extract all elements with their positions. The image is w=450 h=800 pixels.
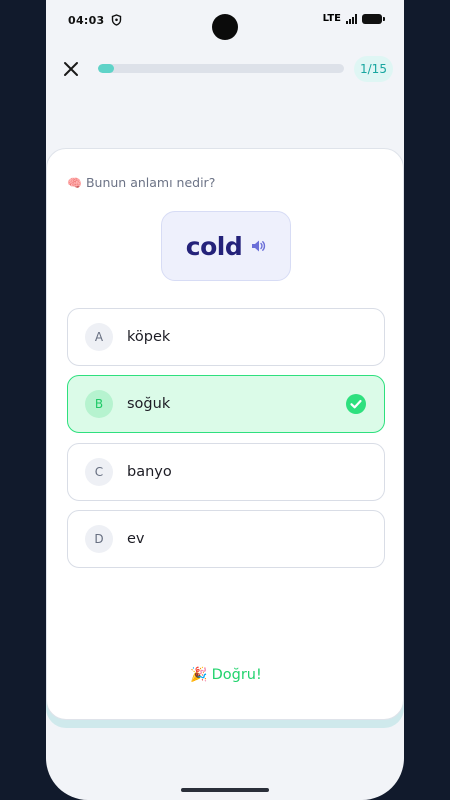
option-d[interactable]: D ev	[67, 510, 385, 568]
close-icon	[64, 62, 78, 76]
question-text: Bunun anlamı nedir?	[85, 175, 216, 190]
shield-icon	[111, 14, 122, 26]
status-time: 04:03	[68, 13, 105, 27]
progress-fill	[98, 64, 115, 73]
quiz-word: cold	[185, 231, 243, 261]
phone-screen: 04:03 LTE 1/15 🧠 Bunun anlamı nedir? col…	[46, 0, 404, 800]
question-counter: 1/15	[354, 56, 393, 82]
speaker-icon[interactable]	[250, 238, 266, 254]
option-a[interactable]: A köpek	[67, 308, 385, 366]
option-text: banyo	[127, 464, 172, 480]
option-text: soğuk	[127, 396, 171, 412]
feedback-message: 🎉 Doğru!	[47, 667, 404, 683]
close-button[interactable]	[60, 58, 82, 80]
battery-icon	[362, 13, 385, 24]
party-popper-icon: 🎉	[190, 667, 208, 683]
quiz-topbar: 1/15	[46, 52, 404, 86]
option-letter: C	[85, 458, 113, 486]
quiz-card: 🧠 Bunun anlamı nedir? cold A köpek B soğ…	[46, 148, 404, 720]
home-indicator[interactable]	[181, 788, 269, 792]
word-card[interactable]: cold	[161, 211, 291, 281]
feedback-text: Doğru!	[211, 667, 262, 683]
check-icon	[346, 394, 366, 414]
brain-icon: 🧠	[67, 175, 82, 190]
option-c[interactable]: C banyo	[67, 443, 385, 501]
option-letter: A	[85, 323, 113, 351]
status-indicators: LTE	[322, 13, 385, 24]
camera-cutout	[212, 14, 238, 40]
progress-bar	[98, 64, 344, 73]
signal-icon	[346, 13, 357, 24]
question-prompt: 🧠 Bunun anlamı nedir?	[67, 175, 215, 190]
network-label: LTE	[322, 13, 341, 24]
option-text: köpek	[127, 329, 171, 345]
option-letter: D	[85, 525, 113, 553]
option-letter: B	[85, 390, 113, 418]
option-text: ev	[127, 531, 145, 547]
option-b[interactable]: B soğuk	[67, 375, 385, 433]
